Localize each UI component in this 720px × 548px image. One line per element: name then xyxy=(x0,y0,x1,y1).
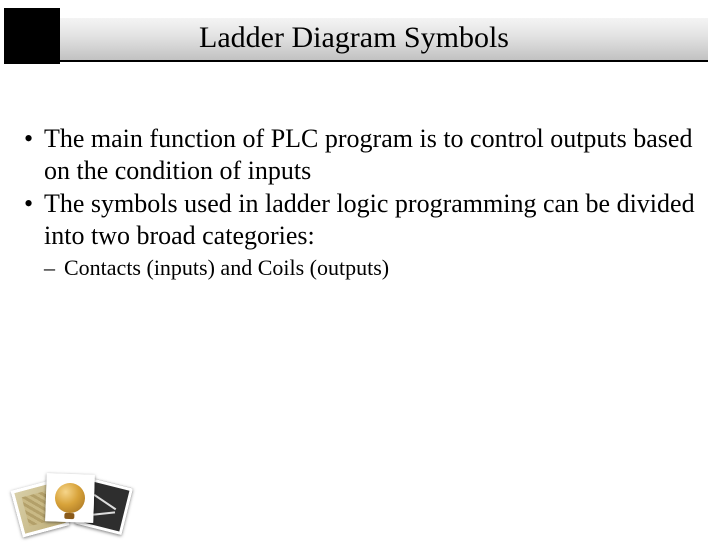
sub-bullet-list: Contacts (inputs) and Coils (outputs) xyxy=(44,254,698,282)
sub-bullet-item: Contacts (inputs) and Coils (outputs) xyxy=(44,254,698,282)
globe-icon xyxy=(45,473,95,523)
bullet-item: The symbols used in ladder logic program… xyxy=(22,188,698,281)
decorative-photo-stack xyxy=(16,456,126,536)
title-bar: Ladder Diagram Symbols xyxy=(0,8,708,68)
bullet-list: The main function of PLC program is to c… xyxy=(22,123,698,281)
bullet-item: The main function of PLC program is to c… xyxy=(22,123,698,186)
content-area: The main function of PLC program is to c… xyxy=(0,68,720,281)
slide-title: Ladder Diagram Symbols xyxy=(0,18,708,62)
bullet-text: The symbols used in ladder logic program… xyxy=(44,189,695,250)
